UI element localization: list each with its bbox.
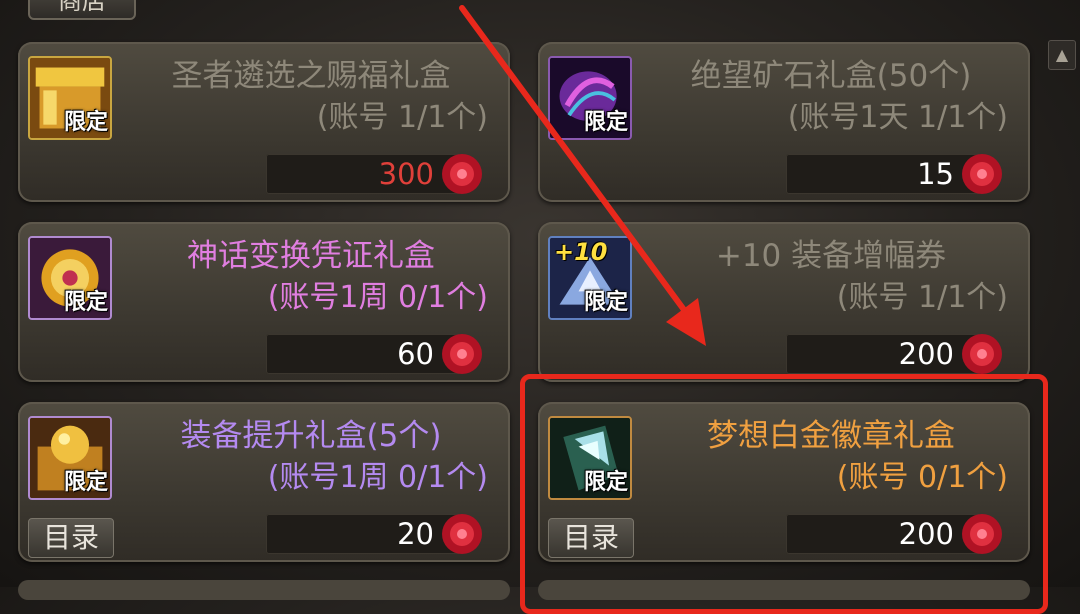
price-box: 60	[266, 334, 482, 374]
item-limit: (账号 1/1个)	[836, 280, 1008, 315]
item-title: 绝望矿石礼盒(50个)	[690, 58, 972, 94]
shop-item-card[interactable]: +10 限定 +10 装备增幅券 (账号 1/1个) 200	[538, 222, 1030, 382]
shop-item-card[interactable]: 限定 圣者遴选之赐福礼盒 (账号 1/1个) 300	[18, 42, 510, 202]
shop-item-card[interactable]: 限定 神话变换凭证礼盒 (账号1周 0/1个) 60	[18, 222, 510, 382]
red-rose-gem-icon	[962, 334, 1002, 374]
gold-orb-chest-icon: 限定	[28, 416, 112, 500]
item-price: 200	[898, 337, 954, 371]
item-title: 圣者遴选之赐福礼盒	[171, 58, 451, 94]
item-title: +10 装备增幅券	[715, 238, 947, 274]
shop-item-card-partial	[18, 580, 510, 600]
item-limit: (账号1周 0/1个)	[267, 280, 488, 315]
scroll-up-button[interactable]: ▲	[1048, 40, 1076, 70]
item-limit: (账号1周 0/1个)	[267, 460, 488, 495]
red-rose-gem-icon	[962, 154, 1002, 194]
item-limit: (账号 1/1个)	[316, 100, 488, 135]
limited-badge: 限定	[63, 290, 108, 315]
catalog-button[interactable]: 目录	[28, 518, 114, 558]
red-rose-gem-icon	[442, 514, 482, 554]
price-box: 15	[786, 154, 1002, 194]
golden-medallion-icon: 限定	[28, 236, 112, 320]
plus-ten-ticket-icon: +10 限定	[548, 236, 632, 320]
red-rose-gem-icon	[442, 154, 482, 194]
purple-ore-icon: 限定	[548, 56, 632, 140]
shop-item-card[interactable]: 限定 目录 装备提升礼盒(5个) (账号1周 0/1个) 20	[18, 402, 510, 562]
limited-badge: 限定	[63, 110, 108, 135]
limited-badge: 限定	[583, 290, 628, 315]
shop-tab[interactable]: 商店	[28, 0, 136, 20]
item-price: 15	[917, 157, 954, 191]
limited-badge: 限定	[583, 110, 628, 135]
item-price: 60	[397, 337, 434, 371]
highlight-box	[520, 374, 1048, 614]
shop-item-card[interactable]: 限定 绝望矿石礼盒(50个) (账号1天 1/1个) 15	[538, 42, 1030, 202]
plus-ten-label: +10	[554, 238, 608, 266]
item-price: 300	[378, 157, 434, 191]
price-box: 300	[266, 154, 482, 194]
golden-treasure-chest-icon: 限定	[28, 56, 112, 140]
price-box: 200	[786, 334, 1002, 374]
red-rose-gem-icon	[442, 334, 482, 374]
item-title: 装备提升礼盒(5个)	[180, 418, 442, 454]
limited-badge: 限定	[63, 470, 108, 495]
item-limit: (账号1天 1/1个)	[787, 100, 1008, 135]
price-box: 20	[266, 514, 482, 554]
item-price: 20	[397, 517, 434, 551]
item-title: 神话变换凭证礼盒	[187, 238, 435, 274]
